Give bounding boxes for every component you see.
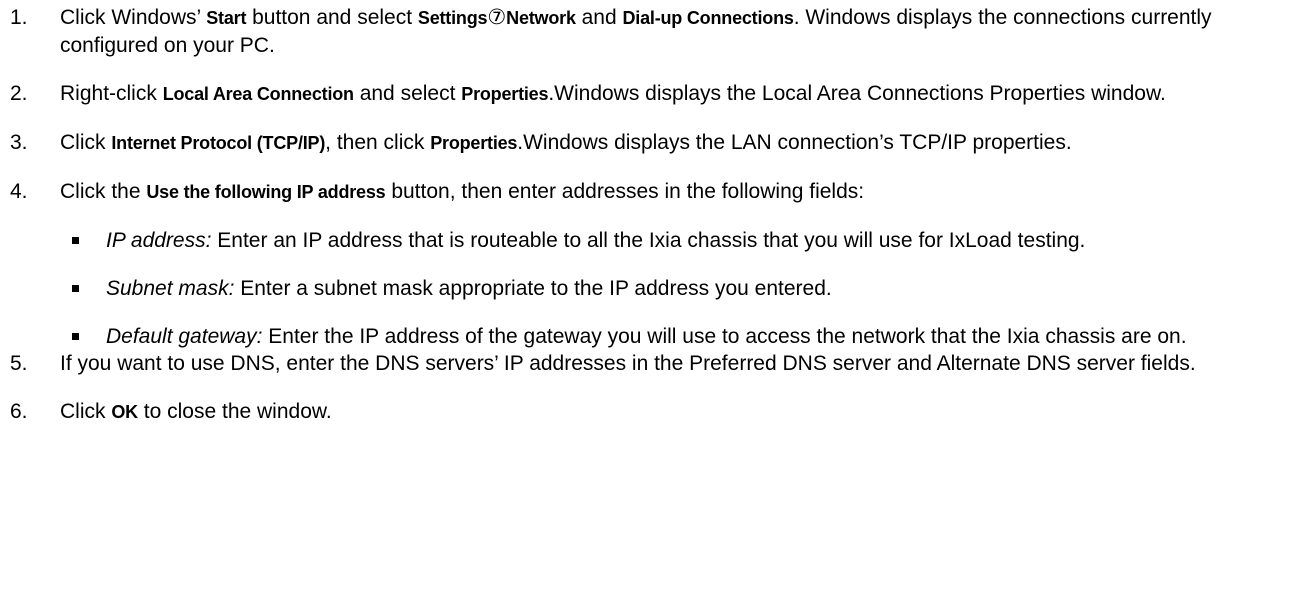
- ui-term: Internet Protocol (TCP/IP): [111, 133, 326, 153]
- step-text: and select: [353, 82, 462, 105]
- square-bullet-icon: [72, 285, 79, 292]
- step-text: Click: [60, 400, 112, 423]
- step-text: to close the window.: [137, 400, 332, 423]
- ui-term: Local Area Connection: [162, 84, 354, 104]
- step-text: .Windows displays the LAN connection’s T…: [517, 131, 1072, 154]
- step-text: Click Windows’: [60, 6, 207, 29]
- step-1: 1. Click Windows’ Start button and selec…: [0, 4, 1300, 59]
- step-4: 4. Click the Use the following IP addres…: [0, 178, 1300, 206]
- step-number: 5.: [10, 352, 28, 375]
- document-body: 1. Click Windows’ Start button and selec…: [0, 0, 1300, 591]
- step-number: 6.: [10, 400, 28, 423]
- step-text: button and select: [246, 6, 418, 29]
- ui-term: Properties: [461, 84, 549, 104]
- step-number: 1.: [10, 6, 28, 29]
- list-item: Subnet mask: Enter a subnet mask appropr…: [0, 275, 1300, 302]
- step-number: 3.: [10, 131, 28, 154]
- field-list: IP address: Enter an IP address that is …: [0, 227, 1300, 350]
- square-bullet-icon: [72, 237, 79, 244]
- field-label: IP address:: [106, 229, 212, 252]
- field-label: Default gateway:: [106, 325, 263, 348]
- menu-separator-symbol: ⑦: [487, 6, 507, 29]
- step-text: .Windows displays the Local Area Connect…: [548, 82, 1166, 105]
- square-bullet-icon: [72, 333, 79, 340]
- list-item: IP address: Enter an IP address that is …: [0, 227, 1300, 254]
- step-number: 4.: [10, 180, 28, 203]
- step-text: Click the: [60, 180, 147, 203]
- ui-term: Dial-up Connections: [622, 8, 794, 28]
- ui-term: Settings: [417, 8, 488, 28]
- step-2: 2. Right-click Local Area Connection and…: [0, 80, 1300, 108]
- step-text: If you want to use DNS, enter the DNS se…: [60, 352, 1196, 375]
- step-text: Click: [60, 131, 112, 154]
- step-6: 6. Click OK to close the window.: [0, 398, 1300, 426]
- step-text: button, then enter addresses in the foll…: [385, 180, 865, 203]
- step-text: and: [575, 6, 623, 29]
- step-number: 2.: [10, 82, 28, 105]
- field-label: Subnet mask:: [106, 277, 235, 300]
- step-5: 5. If you want to use DNS, enter the DNS…: [0, 350, 1300, 377]
- step-text: , then click: [325, 131, 431, 154]
- ui-term: Network: [506, 8, 576, 28]
- field-description: Enter an IP address that is routeable to…: [211, 229, 1086, 252]
- ui-term: OK: [111, 402, 138, 422]
- list-item: Default gateway: Enter the IP address of…: [0, 323, 1300, 350]
- ui-term: Start: [206, 8, 247, 28]
- ui-term: Use the following IP address: [146, 182, 386, 202]
- field-description: Enter a subnet mask appropriate to the I…: [234, 277, 832, 300]
- step-text: Right-click: [60, 82, 163, 105]
- step-3: 3. Click Internet Protocol (TCP/IP), the…: [0, 129, 1300, 157]
- field-description: Enter the IP address of the gateway you …: [262, 325, 1187, 348]
- ui-term: Properties: [430, 133, 518, 153]
